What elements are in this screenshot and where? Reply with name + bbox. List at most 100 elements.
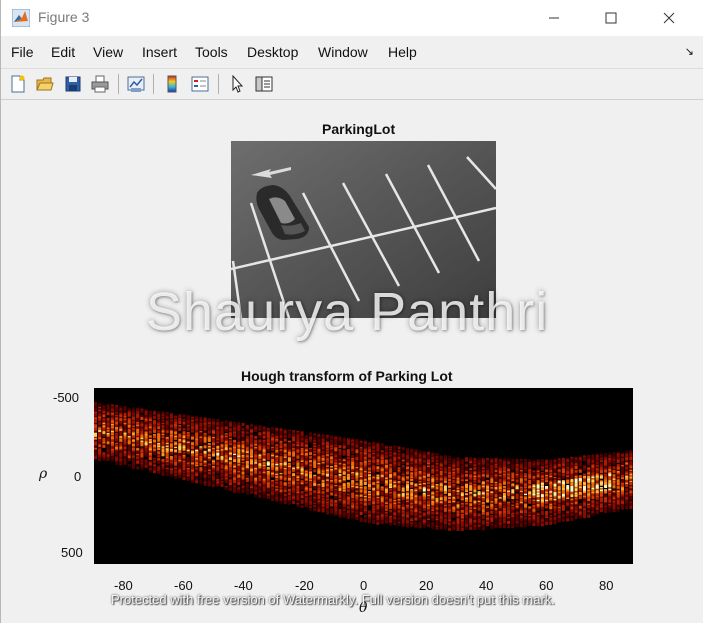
hough-cell (186, 451, 190, 455)
hough-cell (532, 523, 536, 527)
hough-cell (233, 477, 237, 481)
dock-arrow-icon[interactable]: ↘ (685, 45, 694, 58)
hough-cell (266, 496, 270, 499)
hough-cell (431, 517, 435, 521)
hough-cell (228, 468, 232, 472)
hough-cell (325, 436, 329, 440)
menu-desktop[interactable]: Desktop (247, 44, 298, 60)
hough-cell (338, 456, 342, 460)
hough-cell (431, 488, 435, 492)
hough-cell (368, 477, 371, 481)
hough-cell (245, 436, 249, 440)
hough-cell (220, 429, 224, 433)
hough-cell (283, 449, 287, 453)
hough-cell (102, 454, 106, 458)
hough-cell (528, 523, 532, 526)
hough-cell (157, 413, 161, 417)
hough-cell (355, 497, 359, 501)
hough-cell (422, 516, 426, 520)
hough-cell (300, 475, 304, 479)
hough-cell (595, 470, 599, 474)
hough-cell (169, 443, 173, 447)
hough-cell (515, 524, 519, 528)
save-button[interactable] (62, 73, 84, 95)
hough-cell (545, 505, 549, 509)
menu-insert[interactable]: Insert (142, 44, 177, 60)
hough-cell (422, 496, 426, 500)
hough-cell (140, 417, 144, 420)
hough-cell (304, 498, 308, 502)
legend-button[interactable] (189, 73, 211, 95)
hough-cell (178, 462, 182, 466)
hough-cell (136, 460, 140, 464)
hough-cell (363, 482, 367, 485)
menu-file[interactable]: File (11, 44, 34, 60)
hough-cell (279, 500, 283, 504)
hough-cell (334, 512, 338, 516)
hough-cell (431, 522, 435, 526)
hough-cell (174, 459, 178, 463)
hough-cell (127, 441, 131, 445)
hough-cell (486, 463, 490, 467)
hough-cell (174, 475, 178, 479)
hough-cell (578, 511, 582, 515)
hough-cell (191, 479, 194, 483)
close-button[interactable] (646, 4, 692, 32)
hough-cell (346, 451, 350, 455)
hough-cell (279, 435, 283, 439)
property-editor-button[interactable] (253, 73, 275, 95)
hough-cell (106, 412, 110, 416)
menu-view[interactable]: View (93, 44, 123, 60)
minimize-button[interactable] (531, 4, 577, 32)
hough-cell (553, 468, 557, 472)
hough-cell (355, 505, 359, 509)
hough-cell (313, 465, 317, 469)
menu-tools[interactable]: Tools (195, 44, 228, 60)
colorbar-button[interactable] (161, 73, 183, 95)
hough-cell (612, 461, 616, 465)
hough-cell (561, 475, 565, 479)
hough-cell (317, 479, 321, 483)
hough-cell (271, 467, 275, 471)
hough-cell (545, 481, 549, 485)
edit-plot-button[interactable] (226, 73, 248, 95)
hough-cell (115, 457, 119, 461)
hough-cell (338, 514, 342, 518)
hough-cell (266, 454, 270, 458)
hough-cell (338, 482, 342, 486)
close-icon (663, 12, 675, 24)
menu-edit[interactable]: Edit (51, 44, 75, 60)
hough-cell (174, 462, 178, 465)
hough-cell (237, 430, 241, 434)
hough-cell (502, 525, 506, 529)
open-file-button[interactable] (34, 73, 56, 95)
link-plot-button[interactable] (125, 73, 147, 95)
hough-cell (452, 503, 456, 507)
hough-cell (94, 445, 97, 449)
hough-cell (203, 453, 207, 457)
hough-cell (545, 459, 549, 463)
new-figure-button[interactable] (7, 73, 29, 95)
hough-cell (346, 471, 350, 475)
maximize-button[interactable] (588, 4, 634, 32)
hough-cell (115, 446, 119, 450)
menu-help[interactable]: Help (388, 44, 417, 60)
print-button[interactable] (89, 73, 111, 95)
menu-window[interactable]: Window (318, 44, 368, 60)
hough-cell (283, 454, 287, 457)
hough-cell (296, 483, 300, 487)
hough-cell (127, 455, 131, 459)
hough-cell (490, 478, 494, 482)
hough-cell (123, 427, 127, 431)
hough-cell (477, 468, 481, 472)
hough-cell (431, 456, 435, 460)
hough-cell (587, 459, 591, 463)
hough-cell (300, 457, 304, 461)
hough-cell (178, 452, 182, 456)
hough-cell (131, 465, 135, 469)
hough-cell (199, 417, 203, 420)
hough-cell (427, 451, 430, 455)
hough-cell (216, 483, 220, 487)
hough-cell (532, 495, 536, 499)
hough-cell (355, 491, 359, 495)
